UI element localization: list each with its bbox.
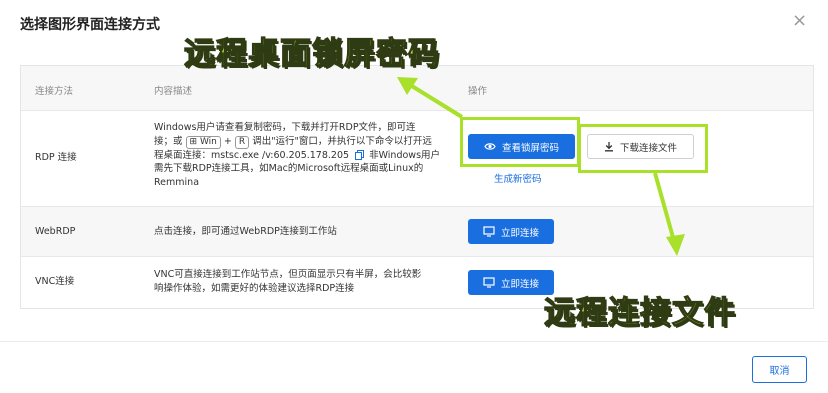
footer-divider bbox=[0, 341, 828, 342]
cancel-button[interactable]: 取消 bbox=[752, 356, 807, 383]
arrow-head-bottom bbox=[666, 234, 685, 256]
annotation-connection-file: 远程连接文件 bbox=[543, 294, 736, 331]
annotation-lock-password: 远程桌面锁屏密码 bbox=[183, 35, 440, 72]
arrow-line-top bbox=[405, 81, 464, 119]
arrow-line-bottom bbox=[653, 172, 676, 242]
